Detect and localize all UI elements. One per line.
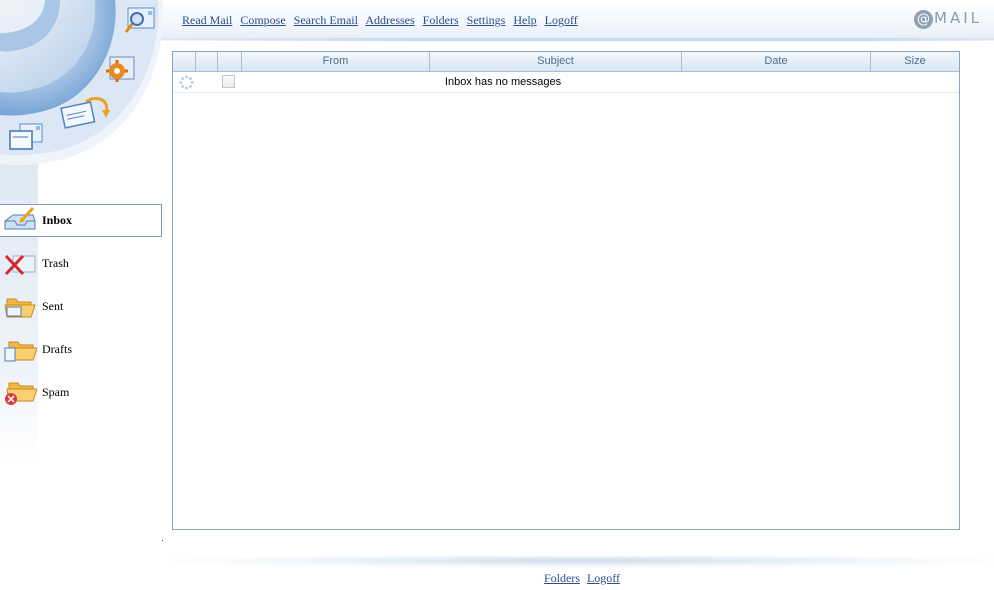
folder-label-spam: Spam (42, 385, 70, 399)
folder-drafts[interactable]: Drafts (0, 333, 162, 366)
logo-at-symbol: @ (914, 10, 933, 29)
folder-trash[interactable]: Trash (0, 247, 162, 280)
folder-inbox[interactable]: Inbox (0, 204, 162, 237)
folder-label-sent: Sent (42, 299, 64, 313)
empty-inbox-message: Inbox has no messages (444, 76, 562, 88)
trash-icon (4, 254, 36, 275)
logo-text: MAIL (934, 9, 982, 27)
folder-spam[interactable]: Spam (0, 376, 162, 409)
footer-navigation: Folders Logoff (0, 571, 994, 586)
spam-folder-icon (5, 382, 37, 405)
nav-addresses[interactable]: Addresses (365, 13, 414, 27)
nav-compose[interactable]: Compose (240, 13, 285, 27)
folder-list: Inbox Trash Sent Drafts Spam (0, 204, 162, 419)
folder-label-trash: Trash (42, 256, 69, 270)
column-from[interactable]: From (242, 52, 430, 71)
settings-gear-icon[interactable] (102, 54, 138, 86)
table-row: Inbox has no messages (173, 72, 959, 93)
message-list-header: From Subject Date Size (173, 52, 959, 72)
app-logo: @ MAIL (914, 9, 982, 29)
nav-folders[interactable]: Folders (423, 13, 459, 27)
column-subject[interactable]: Subject (430, 52, 682, 71)
message-list: From Subject Date Size Inbox has no mess… (172, 51, 960, 530)
folder-sent[interactable]: Sent (0, 290, 162, 323)
reply-mail-icon[interactable] (60, 96, 112, 130)
nav-read-mail[interactable]: Read Mail (182, 13, 232, 27)
compose-mail-icon[interactable] (8, 122, 46, 152)
stray-dot (162, 540, 163, 541)
nav-search-email[interactable]: Search Email (294, 13, 358, 27)
search-mail-icon[interactable] (122, 6, 158, 36)
nav-logoff[interactable]: Logoff (545, 13, 578, 27)
footer-folders-link[interactable]: Folders (544, 571, 580, 585)
column-size[interactable]: Size (871, 52, 959, 71)
folder-label-drafts: Drafts (42, 342, 72, 356)
column-select[interactable] (218, 52, 242, 71)
nav-settings[interactable]: Settings (467, 13, 506, 27)
inbox-tray-icon (4, 206, 36, 229)
footer-logoff-link[interactable]: Logoff (587, 571, 620, 585)
nav-help[interactable]: Help (513, 13, 536, 27)
sent-folder-icon (4, 298, 36, 317)
top-bar-divider (160, 38, 994, 41)
column-date[interactable]: Date (682, 52, 871, 71)
folder-label-inbox: Inbox (42, 213, 73, 227)
column-status[interactable] (173, 52, 196, 71)
column-flag[interactable] (196, 52, 218, 71)
top-navigation: Read Mail Compose Search Email Addresses… (182, 13, 583, 28)
drafts-folder-icon (4, 341, 37, 361)
footer-divider (170, 556, 994, 568)
